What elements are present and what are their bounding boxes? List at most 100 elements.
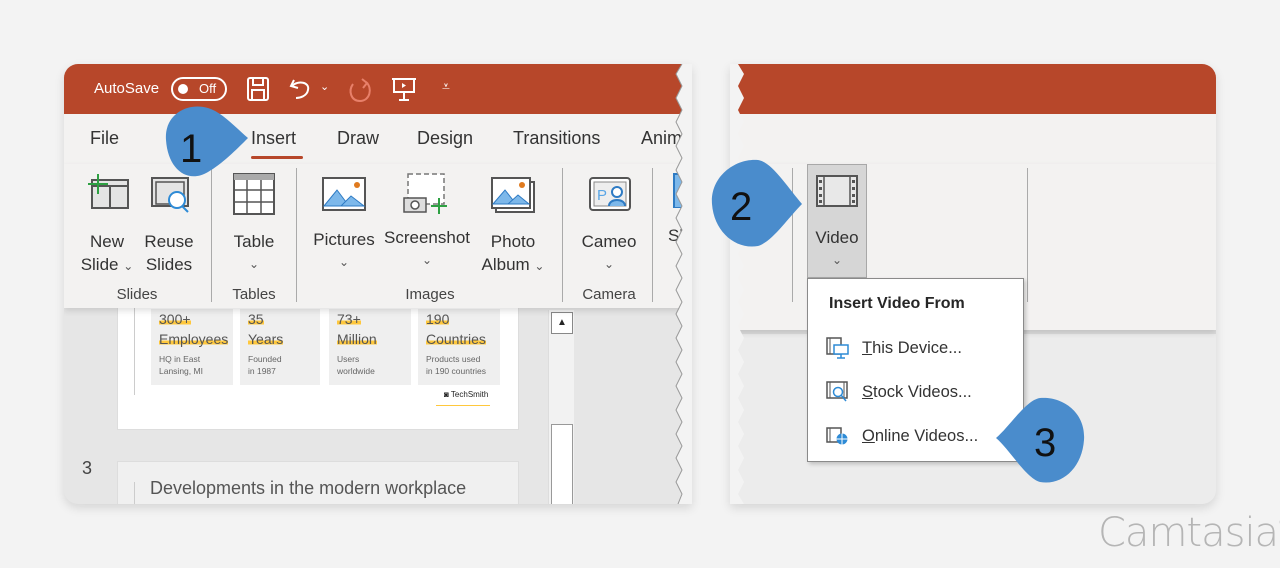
new-slide-label-2: Slide (80, 255, 119, 274)
group-separator (296, 168, 297, 302)
torn-edge (675, 64, 692, 504)
stat-description: HQ in East Lansing, MI (159, 354, 203, 376)
slide-thumbnail-2[interactable]: 300+ Employees HQ in East Lansing, MI 35 … (117, 294, 519, 430)
menu-item-this-device[interactable]: This Device... (826, 337, 962, 359)
camtasia-watermark: Camtasia® (1098, 510, 1280, 556)
techsmith-logo: ◙ TechSmith (436, 390, 491, 406)
autosave-state: Off (199, 81, 217, 96)
menu-item-label: Stock Videos... (862, 382, 972, 401)
scrollbar-thumb[interactable] (551, 424, 573, 504)
tab-insert[interactable]: Insert (251, 128, 296, 149)
powerpoint-window-right: ol Video ⌄ Audio ⌄ Screen Recording Inse… (730, 64, 1216, 504)
photo-album-button[interactable]: Photo Album ⌄ (476, 172, 550, 278)
slide-title: Developments in the modern workplace (150, 478, 467, 498)
tab-file[interactable]: File (90, 128, 119, 149)
slide-number: 3 (82, 458, 93, 478)
chevron-down-icon: ⌄ (421, 253, 433, 267)
photo-album-icon (491, 177, 535, 213)
svg-text:P: P (597, 187, 607, 204)
cameo-icon: P (589, 177, 631, 211)
slide-thumbnail-3[interactable]: Developments in the modern workplace (117, 461, 519, 504)
callout-number: 3 (1034, 421, 1056, 465)
vertical-scrollbar[interactable]: ▲ (548, 310, 574, 504)
menu-item-label: This Device... (862, 338, 962, 357)
menu-item-stock-videos[interactable]: Stock Videos... (826, 381, 972, 403)
stat-description: Products used in 190 countries (426, 354, 487, 376)
chevron-down-icon: ⌄ (603, 257, 615, 271)
group-label-tables: Tables (232, 286, 276, 303)
scroll-up-arrow-icon[interactable]: ▲ (551, 312, 573, 334)
reuse-slides-label-2: Slides (145, 255, 193, 274)
step-callout-2: 2 (711, 159, 802, 247)
stat-description: Users worldwide (337, 354, 375, 376)
tab-draw[interactable]: Draw (337, 128, 379, 149)
photo-album-label-1: Photo (490, 232, 536, 251)
video-label: Video (815, 228, 859, 247)
tab-transitions[interactable]: Transitions (513, 128, 600, 149)
screenshot-label: Screenshot (384, 228, 470, 247)
present-icon[interactable] (391, 76, 417, 102)
reuse-slides-label-1: Reuse (144, 232, 194, 251)
step-callout-1: 1 (165, 106, 248, 177)
new-slide-button[interactable]: New Slide ⌄ (74, 172, 140, 278)
group-separator (652, 168, 653, 302)
group-label-images: Images (405, 286, 455, 303)
active-tab-underline (251, 156, 303, 159)
stat-card: 73+ Million Users worldwide (329, 309, 411, 385)
autosave-label: AutoSave (94, 80, 160, 97)
stat-card: 35 Years Founded in 1987 (240, 309, 320, 385)
pictures-icon (322, 177, 366, 211)
callout-number: 1 (180, 127, 202, 171)
step-callout-3: 3 (996, 397, 1085, 483)
photo-album-label-2: Album (481, 255, 530, 274)
cameo-label: Cameo (581, 232, 637, 251)
stat-number: 190 (426, 311, 450, 327)
pictures-label: Pictures (313, 230, 375, 249)
torn-edge (730, 64, 744, 504)
stat-description: Founded in 1987 (248, 354, 282, 376)
callout-number: 2 (730, 185, 752, 229)
autosave-toggle[interactable]: Off (171, 77, 227, 101)
menu-title: Insert Video From (829, 295, 965, 312)
video-device-icon (826, 337, 849, 359)
redo-icon (349, 78, 371, 103)
tab-design[interactable]: Design (417, 128, 473, 149)
toggle-knob (178, 84, 188, 94)
stat-label: Employees (159, 331, 229, 347)
chevron-down-icon: ⌄ (248, 257, 260, 271)
video-stock-search-icon (826, 381, 848, 402)
chevron-down-icon: ⌄ (123, 259, 134, 273)
chevron-down-icon: ⌄ (534, 259, 545, 273)
menu-item-online-videos[interactable]: Online Videos... (826, 425, 978, 447)
screenshot-icon (403, 173, 447, 214)
chevron-down-icon: ⌄ (831, 253, 843, 267)
table-label: Table (233, 232, 275, 251)
chevron-down-icon: ⌄ (338, 255, 350, 269)
group-separator (1027, 168, 1028, 302)
stat-label: Countries (426, 331, 486, 347)
stat-number: 35 (248, 311, 264, 327)
menu-item-label: Online Videos... (862, 426, 979, 445)
new-slide-label-1: New (89, 232, 124, 251)
title-bar (730, 64, 1216, 114)
stat-card: 190 Countries Products used in 190 countr… (418, 309, 500, 385)
video-button[interactable]: Video ⌄ (807, 172, 867, 272)
customize-toolbar-icon[interactable]: ⩡ (442, 78, 450, 95)
slide-margin-line (134, 482, 135, 504)
undo-icon[interactable] (288, 76, 314, 102)
video-icon (816, 175, 858, 207)
cameo-button[interactable]: P Cameo ⌄ (574, 172, 644, 276)
group-separator (562, 168, 563, 302)
slide-margin-line (134, 295, 135, 395)
stat-label: Million (337, 331, 377, 347)
group-label-slides: Slides (116, 286, 158, 303)
video-online-globe-icon (826, 427, 848, 445)
screenshot-button[interactable]: Screenshot ⌄ (382, 172, 472, 272)
stat-number: 300+ (159, 311, 191, 327)
new-slide-icon (88, 174, 129, 209)
save-icon[interactable] (246, 76, 270, 102)
group-label-camera: Camera (582, 286, 636, 303)
pictures-button[interactable]: Pictures ⌄ (310, 172, 378, 274)
stat-label: Years (248, 331, 284, 347)
undo-dropdown-icon[interactable]: ⌄ (320, 80, 329, 93)
